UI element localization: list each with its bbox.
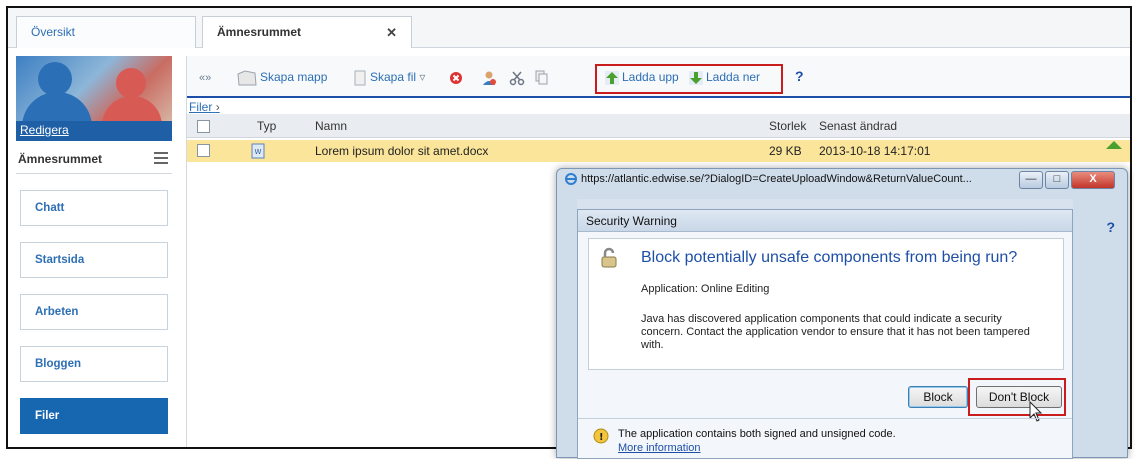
file-size: 29 KB: [769, 144, 802, 158]
room-title: Ämnesrummet: [18, 152, 103, 166]
download-arrow-icon[interactable]: [1105, 140, 1123, 152]
new-folder-label: Skapa mapp: [260, 70, 328, 85]
hamburger-menu-icon[interactable]: [154, 152, 168, 167]
dialog-backdrop: [577, 199, 1073, 209]
breadcrumb-separator: ›: [215, 100, 220, 114]
scissors-icon: [509, 71, 525, 86]
tab-oversikt[interactable]: Översikt: [16, 16, 196, 48]
warning-shield-icon: !: [593, 428, 609, 444]
svg-text:W: W: [255, 148, 262, 156]
file-name[interactable]: Lorem ipsum dolor sit amet.docx: [315, 144, 488, 158]
new-file-label: Skapa fil: [370, 70, 417, 85]
more-information-link[interactable]: More information: [618, 442, 701, 454]
copy-icon: [535, 70, 548, 85]
svg-text:!: !: [599, 432, 604, 443]
user-share-icon: [483, 71, 496, 85]
select-all-checkbox[interactable]: [197, 120, 210, 133]
application-name: Application: Online Editing: [641, 283, 770, 295]
new-file-button[interactable]: Skapa fil ▿: [353, 70, 425, 86]
dialog-footer-text: The application contains both signed and…: [618, 428, 896, 440]
row-checkbox[interactable]: [197, 144, 210, 157]
upload-window: https://atlantic.edwise.se/?DialogID=Cre…: [556, 168, 1128, 459]
upload-download-highlight: [595, 64, 783, 94]
help-icon[interactable]: ?: [1106, 219, 1115, 235]
unlocked-padlock-icon: [601, 247, 617, 268]
column-modified[interactable]: Senast ändrad: [819, 119, 897, 133]
tab-label: Ämnesrummet: [217, 25, 302, 39]
divider: [578, 418, 1072, 419]
column-size[interactable]: Storlek: [769, 119, 806, 133]
table-header: Typ Namn Storlek Senast ändrad: [187, 114, 1130, 138]
minimize-icon[interactable]: —: [1019, 171, 1043, 189]
cut-button[interactable]: [509, 70, 528, 86]
breadcrumb-item[interactable]: Filer: [189, 100, 212, 114]
file-toolbar: «» Skapa mapp Skapa fil ▿ Ladda upp Ladd…: [187, 56, 1130, 98]
room-title-row: Ämnesrummet: [16, 144, 172, 174]
sidebar-item-chatt[interactable]: Chatt: [20, 190, 168, 226]
window-close-icon[interactable]: X: [1071, 171, 1115, 189]
dialog-title: Security Warning: [578, 210, 1072, 232]
room-avatar: [16, 56, 172, 121]
collapse-button[interactable]: «»: [199, 72, 211, 84]
table-row[interactable]: W Lorem ipsum dolor sit amet.docx 29 KB …: [187, 140, 1130, 162]
sidebar-item-startsida[interactable]: Startsida: [20, 242, 168, 278]
security-warning-dialog: Security Warning Block potentially unsaf…: [577, 209, 1073, 459]
dont-block-highlight: [968, 378, 1066, 416]
tab-close-icon[interactable]: ✕: [386, 25, 397, 41]
copy-button[interactable]: [535, 70, 552, 86]
chevron-down-icon: ▿: [419, 70, 426, 85]
word-document-icon: W: [251, 143, 265, 159]
dialog-message: Java has discovered application componen…: [641, 313, 1030, 351]
delete-icon: [450, 71, 462, 84]
file-icon: [354, 70, 366, 86]
window-url: https://atlantic.edwise.se/?DialogID=Cre…: [581, 173, 972, 185]
breadcrumb[interactable]: Filer ›: [189, 100, 220, 114]
tab-amnesrummet[interactable]: Ämnesrummet ✕: [202, 16, 412, 48]
sidebar-item-filer[interactable]: Filer: [20, 398, 168, 434]
share-button[interactable]: [481, 70, 500, 86]
sidebar: Redigera Ämnesrummet Chatt Startsida Arb…: [16, 56, 180, 446]
dialog-body: Block potentially unsafe components from…: [588, 238, 1064, 370]
tab-bar: Översikt Ämnesrummet ✕: [8, 8, 1130, 48]
block-button[interactable]: Block: [908, 386, 968, 408]
new-folder-button[interactable]: Skapa mapp: [237, 70, 327, 86]
column-name[interactable]: Namn: [315, 119, 347, 133]
folder-icon: [237, 70, 257, 86]
edit-link[interactable]: Redigera: [16, 121, 172, 141]
maximize-icon[interactable]: □: [1045, 171, 1069, 189]
dialog-heading: Block potentially unsafe components from…: [641, 249, 1018, 266]
window-titlebar: https://atlantic.edwise.se/?DialogID=Cre…: [565, 173, 972, 191]
sidebar-item-bloggen[interactable]: Bloggen: [20, 346, 168, 382]
delete-button[interactable]: [449, 70, 466, 85]
ie-icon: [565, 173, 577, 186]
file-modified: 2013-10-18 14:17:01: [819, 144, 931, 158]
column-type[interactable]: Typ: [257, 119, 276, 133]
help-icon[interactable]: ?: [795, 68, 804, 84]
sidebar-item-arbeten[interactable]: Arbeten: [20, 294, 168, 330]
tab-label: Översikt: [31, 25, 76, 39]
